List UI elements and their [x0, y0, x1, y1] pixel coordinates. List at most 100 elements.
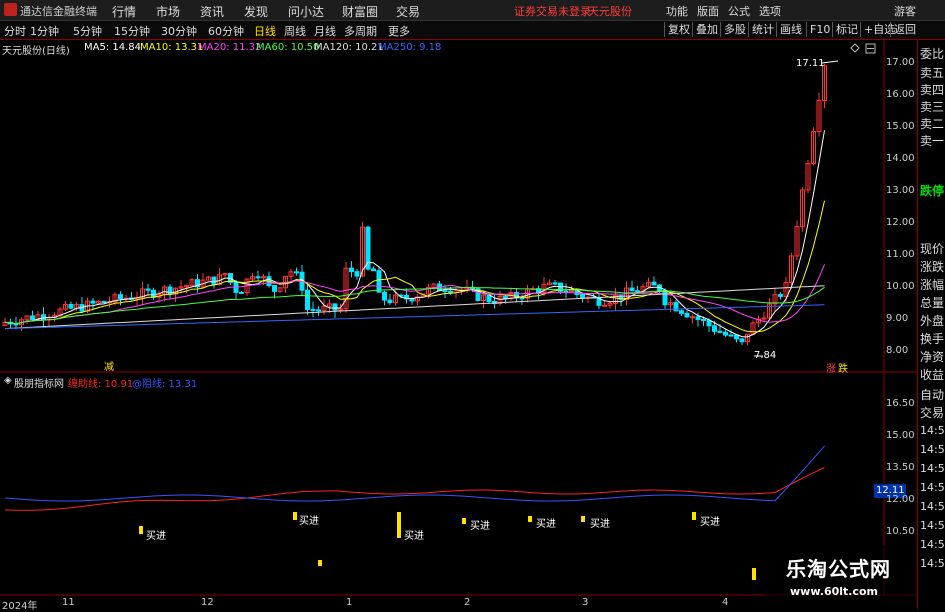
x-tick: 2: [464, 597, 471, 608]
rp-time: 14:56: [920, 519, 945, 532]
menu-faxian[interactable]: 发现: [244, 3, 268, 20]
signal-bar: [139, 526, 143, 534]
price-tick: 13.00: [886, 185, 915, 196]
rp-time: 14:56: [920, 481, 945, 494]
sub-indicator-name[interactable]: 股朋指标网: [14, 375, 64, 390]
rp-sell4: 卖四: [920, 83, 945, 97]
menu-jiaoyi[interactable]: 交易: [396, 3, 420, 20]
period-30min[interactable]: 30分钟: [161, 23, 197, 39]
rp-time: 14:56: [920, 557, 945, 570]
period-fenshi[interactable]: 分时: [4, 23, 26, 39]
candle-body: [448, 290, 453, 294]
price-tick: 8.00: [886, 345, 909, 356]
signal-bar: [462, 518, 466, 524]
buy-signal-label: 买进: [700, 517, 720, 528]
kline-chart[interactable]: [0, 40, 917, 609]
x-tick: 3: [582, 597, 589, 608]
candle-body: [734, 334, 739, 340]
sub-legend-red: 缠助线: 10.91: [68, 379, 134, 390]
rp-sell5: 卖五: [920, 66, 945, 80]
btn-duogu[interactable]: 多股: [720, 22, 749, 37]
buy-signal-label: 买进: [299, 516, 319, 527]
candle-body: [690, 316, 695, 319]
period-60min[interactable]: 60分钟: [208, 23, 244, 39]
menu-xuanxiang[interactable]: 选项: [759, 3, 781, 19]
candle-body: [151, 289, 156, 298]
zhang-label: 涨: [826, 364, 836, 375]
menu-shichang[interactable]: 市场: [156, 3, 180, 20]
menu-gongneng[interactable]: 功能: [666, 3, 688, 19]
candle-body: [728, 334, 734, 337]
period-multi[interactable]: 多周期: [344, 23, 377, 39]
rp-trade[interactable]: 交易: [920, 404, 944, 421]
stock-legend: 天元股份(日线): [2, 46, 70, 57]
price-tick: 11.00: [886, 249, 915, 260]
candle-body: [701, 318, 706, 321]
watermark-url: www.60lt.com: [790, 585, 879, 598]
price-tick: 10.00: [886, 281, 915, 292]
period-weekly[interactable]: 周线: [284, 23, 306, 39]
candle-body: [602, 304, 607, 307]
menu-banmian[interactable]: 版面: [697, 3, 719, 19]
ma120-legend: MA120: 10.21: [314, 42, 384, 53]
trade-status[interactable]: 证券交易未登录: [514, 3, 591, 19]
menu-wenxiaoda[interactable]: 问小达: [288, 3, 324, 20]
candle-body: [272, 285, 277, 292]
candle-body: [294, 271, 299, 274]
sub-indicator-lines: [4, 445, 825, 511]
price-tick: 17.00: [886, 57, 915, 68]
rp-weibi: 委比: [920, 47, 945, 61]
sub-tick: 13.50: [886, 462, 915, 473]
period-more[interactable]: 更多: [388, 23, 410, 39]
sub-tick: 10.50: [886, 526, 915, 537]
rp-turnover: 换手: [920, 332, 945, 346]
rp-auto[interactable]: 自动: [920, 386, 944, 403]
menu-hangqing[interactable]: 行情: [112, 3, 136, 20]
candle-body: [118, 294, 123, 300]
menu-caifuquan[interactable]: 财富圈: [342, 3, 378, 20]
chart-zoom-icons[interactable]: [850, 43, 876, 54]
high-price-label: 17.11: [796, 58, 825, 69]
buy-signal-label: 买进: [404, 531, 424, 542]
x-tick: 12: [201, 597, 214, 608]
btn-huaxian[interactable]: 画线: [776, 22, 805, 37]
btn-diejia[interactable]: 叠加: [692, 22, 721, 37]
candle-body: [442, 290, 448, 293]
candle-body: [580, 294, 585, 299]
price-tick: 9.00: [886, 313, 909, 324]
btn-f10[interactable]: F10: [806, 22, 833, 37]
btn-fanhui[interactable]: 返回: [890, 22, 919, 37]
rp-time: 14:56: [920, 462, 945, 475]
ma-line: [4, 200, 825, 333]
sub-indicator-icon[interactable]: ◈: [4, 375, 12, 386]
btn-fuquan[interactable]: 复权: [664, 22, 693, 37]
app-title: 通达信金融终端: [20, 5, 97, 18]
rp-price: 现价: [920, 242, 945, 256]
period-15min[interactable]: 15分钟: [114, 23, 150, 39]
rp-time: 14:56: [920, 424, 945, 437]
candle-body: [332, 303, 338, 311]
candle-body: [684, 312, 690, 318]
x-tick: 2024年: [2, 601, 38, 612]
period-daily[interactable]: 日线: [254, 23, 276, 39]
btn-biaoji[interactable]: 标记: [832, 22, 861, 37]
ma250-legend: MA250: 9.18: [378, 42, 442, 53]
menu-youke[interactable]: 游客: [894, 3, 916, 19]
watermark: 乐淘公式网 www.60lt.com: [764, 545, 917, 609]
menu-zixun[interactable]: 资讯: [200, 3, 224, 20]
period-monthly[interactable]: 月线: [314, 23, 336, 39]
rp-netasset: 净资: [920, 350, 945, 364]
btn-tongji[interactable]: 统计: [748, 22, 777, 37]
buy-signal-label: 买进: [536, 519, 556, 530]
candle-body: [68, 303, 74, 309]
sub-legend-blue: @阻线: 13.31: [132, 379, 198, 390]
menu-gongshi[interactable]: 公式: [728, 3, 750, 19]
rp-time: 14:56: [920, 538, 945, 551]
candle-body: [354, 271, 360, 277]
period-5min[interactable]: 5分钟: [73, 23, 102, 39]
quote-panel: 委比 卖五 卖四 卖三 卖二 卖一 跌停 现价 涨跌 涨幅 总量 外盘 换手 净…: [917, 40, 945, 609]
price-tick: 16.00: [886, 89, 915, 100]
candle-body: [778, 294, 783, 297]
candle-body: [695, 316, 701, 320]
period-1min[interactable]: 1分钟: [30, 23, 59, 39]
